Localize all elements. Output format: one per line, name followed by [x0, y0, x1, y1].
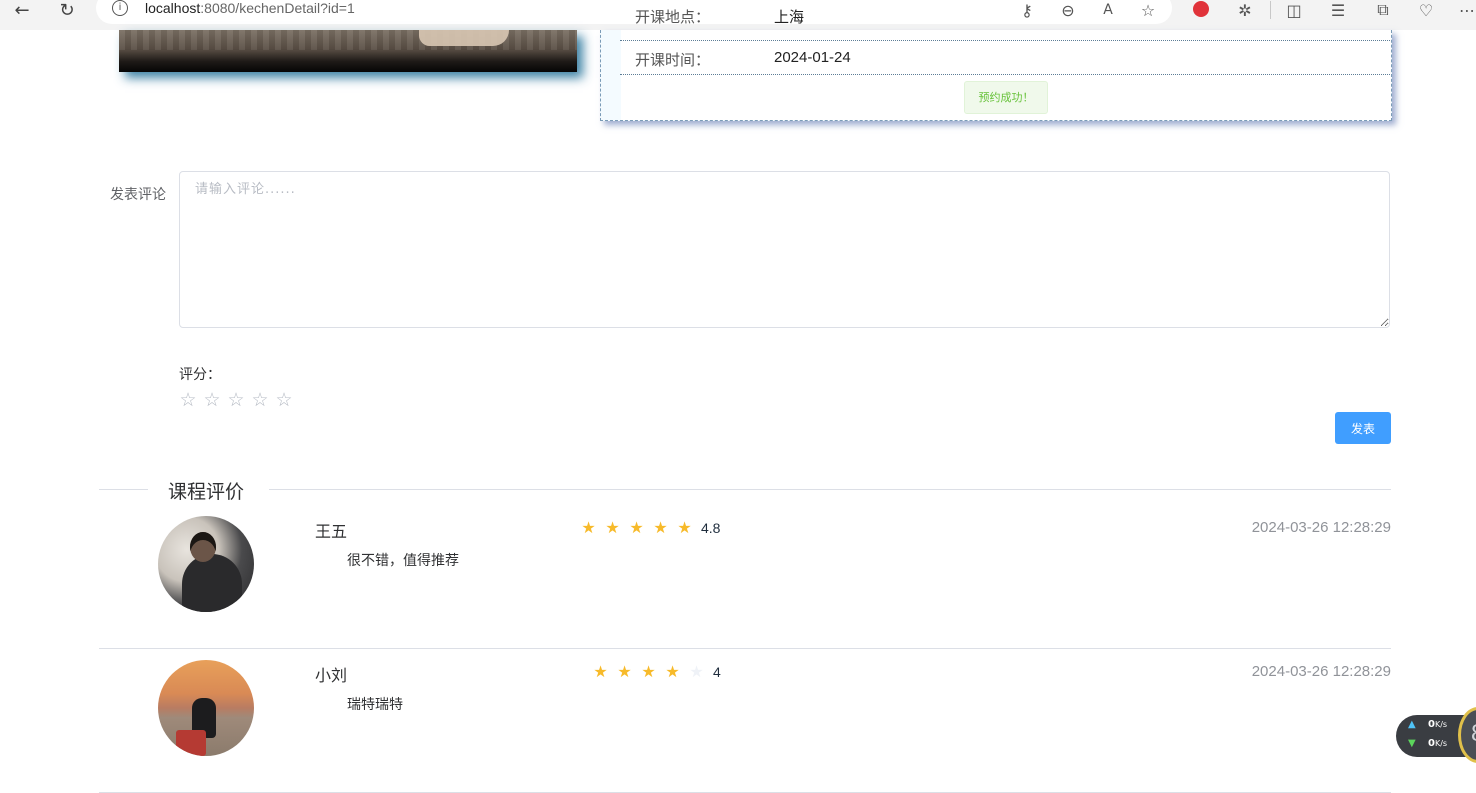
- upload-speed-unit: K/s: [1434, 720, 1448, 729]
- rating-star-icon[interactable]: ☆: [202, 390, 222, 410]
- reviewer-avatar: [158, 516, 254, 612]
- time-label: 开课时间：: [635, 52, 711, 69]
- download-speed-unit: K/s: [1434, 739, 1448, 748]
- download-arrow-icon: ▼: [1408, 738, 1416, 749]
- section-divider-left: [99, 489, 148, 490]
- refresh-icon[interactable]: ↻: [56, 0, 78, 21]
- review-star-icon: ★: [629, 518, 644, 537]
- review-star-icon: ★: [665, 662, 680, 681]
- avatar-seat: [176, 730, 206, 756]
- review-star-icon: ★: [593, 662, 608, 681]
- location-label: 开课地点：: [635, 9, 711, 26]
- review-item: 小刘 ★ ★ ★ ★ ★ 4 2024-03-26 12:28:29 瑞特瑞特: [99, 648, 1391, 793]
- review-text: 很不错，值得推荐: [347, 553, 459, 569]
- rating-star-icon[interactable]: ☆: [274, 390, 294, 410]
- review-star-icon: ★: [641, 662, 656, 681]
- review-star-icon: ★: [677, 518, 692, 537]
- rating-star-icon[interactable]: ☆: [250, 390, 270, 410]
- reviews-section-title: 课程评价: [168, 481, 245, 503]
- review-rating: ★ ★ ★ ★ ★ 4.8: [579, 519, 720, 537]
- download-speed: ▼ 0K/s: [1408, 738, 1447, 749]
- reviewer-name: 王五: [315, 522, 348, 541]
- more-icon[interactable]: ⋯: [1456, 0, 1476, 21]
- review-star-icon: ★: [617, 662, 632, 681]
- comment-textarea[interactable]: [179, 171, 1390, 328]
- avatar-figure: [182, 554, 242, 612]
- review-date: 2024-03-26 12:28:29: [1251, 663, 1391, 680]
- review-text: 瑞特瑞特: [347, 697, 403, 713]
- comment-label: 发表评论: [110, 187, 166, 203]
- review-item: 王五 ★ ★ ★ ★ ★ 4.8 2024-03-26 12:28:29 很不错，值得推荐: [99, 504, 1391, 649]
- review-rating-value: 4: [713, 664, 721, 680]
- review-star-icon: ★: [653, 518, 668, 537]
- submit-comment-button[interactable]: 发表: [1335, 412, 1391, 444]
- review-star-icon: ★: [581, 518, 596, 537]
- section-divider-right: [269, 489, 1391, 490]
- review-rating: ★ ★ ★ ★ ★ 4: [591, 662, 721, 681]
- page-content: 开课地点： 上海 开课时间： 2024-01-24 预约成功！ 发表评论 评分：…: [0, 9, 1476, 793]
- rating-star-icon[interactable]: ☆: [226, 390, 246, 410]
- review-rating-value: 4.8: [701, 520, 721, 536]
- upload-speed-value: 0: [1428, 719, 1435, 730]
- review-star-icon: ★: [689, 662, 704, 681]
- info-row-location: 开课地点： 上海: [620, 9, 1390, 41]
- back-icon[interactable]: ←: [11, 0, 33, 21]
- info-row-time: 开课时间： 2024-01-24: [620, 41, 1390, 75]
- reviewer-name: 小刘: [315, 666, 348, 685]
- upload-speed: ▲ 0K/s: [1408, 719, 1447, 730]
- browser-essentials-icon[interactable]: ♡: [1415, 0, 1437, 21]
- site-info-icon[interactable]: i: [112, 0, 128, 16]
- url-path: :8080/kechenDetail?id=1: [200, 0, 355, 16]
- time-value: 2024-01-24: [774, 49, 851, 66]
- location-value: 上海: [774, 9, 805, 26]
- rating-input[interactable]: ☆ ☆ ☆ ☆ ☆: [178, 390, 294, 410]
- rating-star-icon[interactable]: ☆: [178, 390, 198, 410]
- download-speed-value: 0: [1428, 738, 1435, 749]
- course-image-hand: [419, 30, 509, 46]
- course-image: [119, 30, 577, 72]
- reviewer-avatar: [158, 660, 254, 756]
- avatar-head: [190, 532, 216, 562]
- rating-label: 评分：: [179, 367, 221, 383]
- url-text[interactable]: localhost:8080/kechenDetail?id=1: [145, 0, 355, 16]
- network-gauge-value: 8: [1471, 720, 1476, 748]
- review-date: 2024-03-26 12:28:29: [1251, 519, 1391, 536]
- url-host: localhost: [145, 0, 201, 16]
- review-star-icon: ★: [605, 518, 620, 537]
- upload-arrow-icon: ▲: [1408, 719, 1416, 730]
- booking-success-message: 预约成功！: [964, 81, 1048, 114]
